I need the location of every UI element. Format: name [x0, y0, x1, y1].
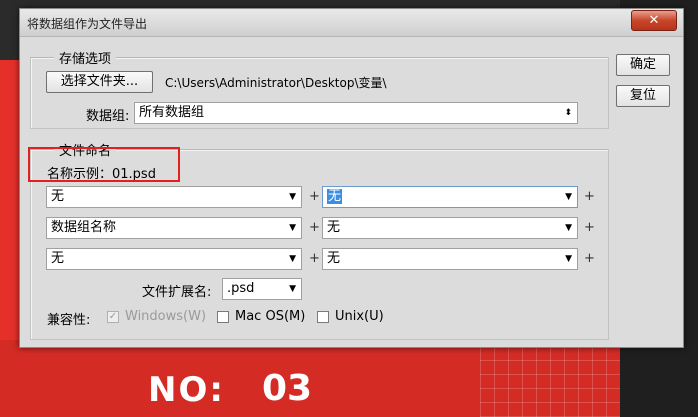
plus-sign: +	[309, 189, 320, 204]
name-part-1-select[interactable]: 无 ▼	[46, 186, 302, 208]
extension-label: 文件扩展名:	[142, 285, 212, 300]
name-part-3-select[interactable]: 数据组名称 ▼	[46, 217, 302, 239]
name-part-3-value: 数据组名称	[51, 220, 117, 235]
chevron-down-icon: ▼	[565, 254, 572, 264]
plus-sign: +	[309, 220, 320, 235]
macos-checkbox[interactable]	[217, 311, 229, 323]
name-part-2-value: 无	[327, 189, 343, 204]
macos-label[interactable]: Mac OS(M)	[235, 309, 305, 324]
name-part-6-value: 无	[327, 251, 341, 266]
windows-checkbox: ✓	[107, 311, 119, 323]
chevron-down-icon: ▼	[289, 254, 296, 264]
folder-path: C:\Users\Administrator\Desktop\变量\	[165, 76, 387, 90]
highlight-annotation-box	[28, 147, 180, 182]
chevron-down-icon: ▼	[565, 223, 572, 233]
plus-sign: +	[584, 189, 595, 204]
plus-sign: +	[309, 251, 320, 266]
ok-button[interactable]: 确定	[616, 54, 670, 76]
name-part-4-select[interactable]: 无 ▼	[322, 217, 578, 239]
extension-select[interactable]: .psd ▼	[222, 278, 302, 300]
slide-no-label: NO:	[148, 370, 225, 410]
unix-label[interactable]: Unix(U)	[335, 309, 384, 324]
name-part-1-value: 无	[51, 189, 65, 204]
chevron-down-icon: ▼	[289, 223, 296, 233]
name-part-4-value: 无	[327, 220, 341, 235]
chevron-down-icon: ▼	[565, 192, 572, 202]
updown-arrow-icon: ⬍	[564, 108, 572, 118]
name-part-5-select[interactable]: 无 ▼	[46, 248, 302, 270]
close-button[interactable]: ✕	[631, 10, 677, 31]
name-part-2-select[interactable]: 无 ▼	[322, 186, 578, 208]
windows-label: Windows(W)	[125, 309, 207, 324]
dataset-select-value: 所有数据组	[139, 105, 205, 120]
title-bar: 将数据组作为文件导出 ✕	[20, 9, 683, 37]
plus-sign: +	[584, 220, 595, 235]
name-part-5-value: 无	[51, 251, 65, 266]
choose-folder-button[interactable]: 选择文件夹...	[46, 71, 153, 93]
plus-sign: +	[584, 251, 595, 266]
slide-number: 03	[262, 368, 313, 409]
extension-value: .psd	[227, 281, 255, 296]
dataset-select[interactable]: 所有数据组 ⬍	[134, 102, 578, 124]
storage-options-label: 存储选项	[54, 48, 117, 67]
dialog-title: 将数据组作为文件导出	[27, 17, 148, 31]
chevron-down-icon: ▼	[289, 192, 296, 202]
compatibility-label: 兼容性:	[47, 313, 91, 328]
chevron-down-icon: ▼	[289, 284, 296, 294]
dataset-label: 数据组:	[86, 109, 130, 124]
reset-button[interactable]: 复位	[616, 85, 670, 107]
name-part-6-select[interactable]: 无 ▼	[322, 248, 578, 270]
unix-checkbox[interactable]	[317, 311, 329, 323]
